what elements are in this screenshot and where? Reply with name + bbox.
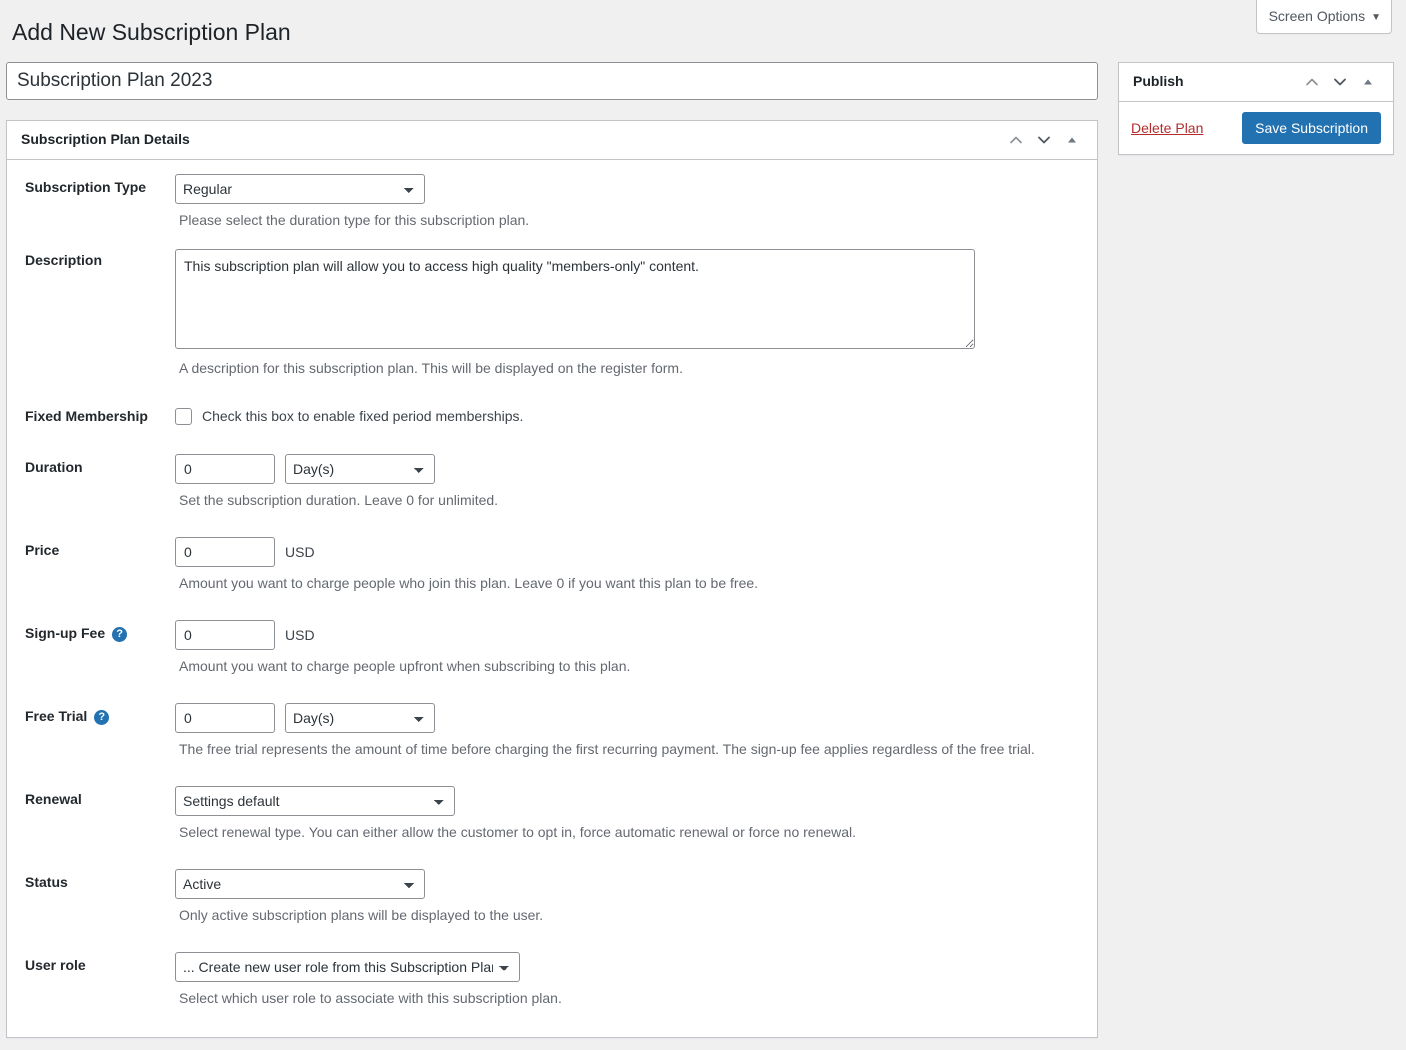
- delete-plan-link[interactable]: Delete Plan: [1131, 120, 1203, 136]
- field-row-price: Price USD Amount you want to charge peop…: [21, 533, 1083, 594]
- publish-panel: Publish Delete Plan Save Subscription: [1118, 61, 1394, 155]
- field-row-duration: Duration Day(s) Set the subscription dur…: [21, 450, 1083, 511]
- subscription-type-select[interactable]: Regular: [175, 173, 425, 204]
- screen-options-region: Screen Options ▼: [1255, 0, 1392, 35]
- help-icon[interactable]: ?: [94, 709, 110, 725]
- duration-label: Duration: [25, 459, 83, 476]
- toggle-panel-icon[interactable]: [1059, 123, 1085, 157]
- renewal-description: Select renewal type. You can either allo…: [179, 824, 857, 841]
- signup-fee-description: Amount you want to charge people upfront…: [179, 658, 631, 675]
- chevron-down-icon: ▼: [1371, 12, 1381, 23]
- page-title: Add New Subscription Plan: [12, 19, 291, 45]
- save-subscription-button[interactable]: Save Subscription: [1242, 111, 1381, 144]
- details-panel-heading: Subscription Plan Details: [21, 131, 190, 148]
- price-currency-label: USD: [285, 544, 315, 561]
- subscription-type-description: Please select the duration type for this…: [179, 211, 530, 228]
- signup-fee-input[interactable]: [175, 620, 275, 651]
- fixed-membership-checkbox-label: Check this box to enable fixed period me…: [202, 408, 524, 425]
- field-row-subscription-type: Subscription Type Regular Please select …: [21, 170, 1083, 231]
- plan-title-input[interactable]: [6, 61, 1098, 100]
- publish-panel-heading: Publish: [1133, 73, 1184, 90]
- fixed-membership-label: Fixed Membership: [25, 407, 148, 424]
- details-panel-body: Subscription Type Regular Please select …: [7, 160, 1097, 1038]
- price-description: Amount you want to charge people who joi…: [179, 575, 759, 592]
- move-down-icon[interactable]: [1031, 123, 1057, 157]
- move-up-icon[interactable]: [1299, 65, 1325, 99]
- user-role-label: User role: [25, 957, 86, 974]
- field-row-signup-fee: Sign-up Fee ? USD Amount you want to cha…: [21, 616, 1083, 677]
- free-trial-input[interactable]: [175, 703, 275, 734]
- publish-panel-header: Publish: [1119, 63, 1393, 102]
- duration-input[interactable]: [175, 454, 275, 485]
- renewal-select[interactable]: Settings default: [175, 786, 455, 817]
- subscription-plan-details-panel: Subscription Plan Details Subscription T…: [6, 119, 1098, 1039]
- field-row-renewal: Renewal Settings default Select renewal …: [21, 782, 1083, 843]
- help-icon[interactable]: ?: [112, 626, 128, 642]
- price-input[interactable]: [175, 537, 275, 568]
- admin-page-wrap: Add New Subscription Plan Subscription P…: [0, 0, 1406, 1039]
- screen-options-label: Screen Options: [1268, 8, 1366, 24]
- sidebar-column: Publish Delete Plan Save Subscription: [1118, 61, 1394, 155]
- move-up-icon[interactable]: [1003, 123, 1029, 157]
- free-trial-unit-select[interactable]: Day(s): [285, 703, 435, 734]
- description-label: Description: [25, 251, 103, 268]
- user-role-select[interactable]: ... Create new user role from this Subsc…: [175, 952, 520, 983]
- renewal-label: Renewal: [25, 791, 82, 808]
- signup-fee-currency-label: USD: [285, 627, 315, 644]
- field-row-description: Description This subscription plan will …: [21, 245, 1083, 379]
- field-row-status: Status Active Only active subscription p…: [21, 865, 1083, 926]
- status-label: Status: [25, 874, 68, 891]
- page-columns: Subscription Plan Details: [6, 61, 1400, 1039]
- screen-options-button[interactable]: Screen Options ▼: [1255, 0, 1392, 35]
- publish-panel-handle-actions: [1299, 65, 1381, 99]
- free-trial-label: Free Trial: [25, 708, 88, 725]
- details-panel-header: Subscription Plan Details: [7, 121, 1097, 160]
- fixed-membership-checkbox[interactable]: [175, 407, 192, 425]
- subscription-type-label: Subscription Type: [25, 178, 147, 195]
- field-row-free-trial: Free Trial ? Day(s) The free trial repre…: [21, 699, 1083, 760]
- signup-fee-label: Sign-up Fee: [25, 625, 106, 642]
- description-help: A description for this subscription plan…: [179, 359, 683, 376]
- move-down-icon[interactable]: [1327, 65, 1353, 99]
- toggle-panel-icon[interactable]: [1355, 65, 1381, 99]
- main-column: Subscription Plan Details: [6, 61, 1098, 1039]
- field-row-user-role: User role ... Create new user role from …: [21, 948, 1083, 1009]
- duration-unit-select[interactable]: Day(s): [285, 454, 435, 485]
- duration-description: Set the subscription duration. Leave 0 f…: [179, 492, 499, 509]
- status-description: Only active subscription plans will be d…: [179, 907, 544, 924]
- user-role-description: Select which user role to associate with…: [179, 990, 562, 1007]
- details-panel-handle-actions: [1003, 123, 1085, 157]
- description-textarea[interactable]: This subscription plan will allow you to…: [175, 248, 975, 349]
- publish-panel-body: Delete Plan Save Subscription: [1119, 101, 1393, 154]
- status-select[interactable]: Active: [175, 869, 425, 900]
- free-trial-description: The free trial represents the amount of …: [179, 741, 1035, 758]
- field-row-fixed-membership: Fixed Membership Check this box to enabl…: [21, 399, 1083, 427]
- price-label: Price: [25, 542, 60, 559]
